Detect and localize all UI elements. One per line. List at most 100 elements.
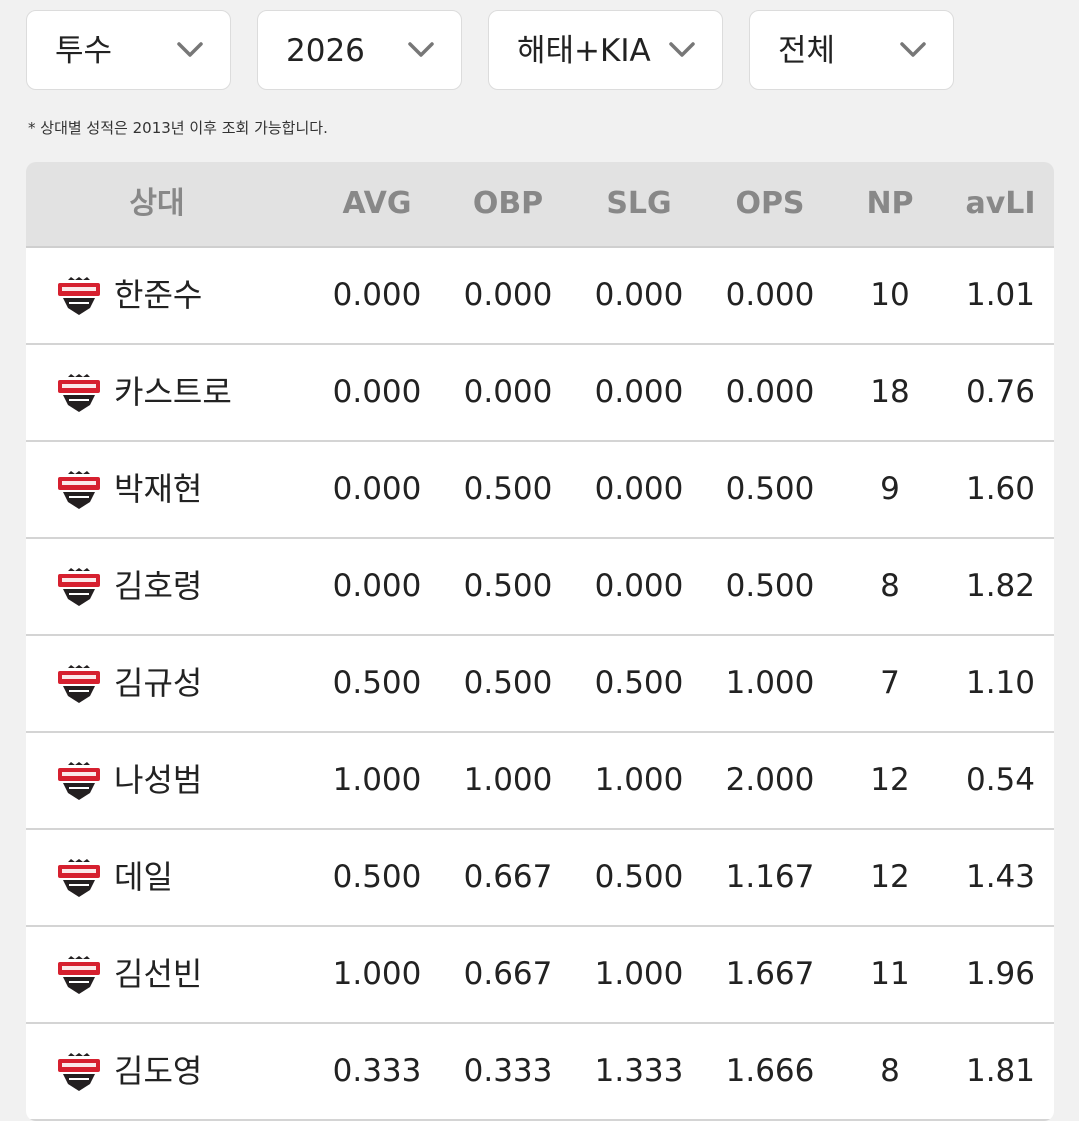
table-row[interactable]: 김도영 0.333 0.333 1.333 1.666 8 1.81 (26, 1024, 1054, 1121)
kia-tigers-logo-icon (58, 665, 100, 703)
kia-tigers-logo-icon (58, 859, 100, 897)
slg-cell: 0.500 (594, 665, 684, 701)
header-obp[interactable]: OBP (445, 162, 571, 246)
obp-cell: 1.000 (463, 762, 553, 798)
obp-cell: 0.000 (463, 277, 553, 313)
split-filter-dropdown[interactable]: 전체 (749, 10, 954, 90)
table-row[interactable]: 한준수 0.000 0.000 0.000 0.000 10 1.01 (26, 248, 1054, 345)
table-row[interactable]: 나성범 1.000 1.000 1.000 2.000 12 0.54 (26, 733, 1054, 830)
opponent-name[interactable]: 데일 (114, 830, 173, 925)
ops-cell: 1.667 (725, 956, 815, 992)
team-filter-value: 해태+KIA (517, 33, 651, 69)
header-slg[interactable]: SLG (576, 162, 702, 246)
header-avli[interactable]: avLI (947, 162, 1054, 246)
opponent-name[interactable]: 나성범 (114, 733, 202, 828)
avli-cell: 1.10 (965, 665, 1036, 701)
kia-tigers-logo-icon (58, 1053, 100, 1091)
ops-cell: 1.167 (725, 859, 815, 895)
obp-cell: 0.667 (463, 956, 553, 992)
opponent-name[interactable]: 김호령 (114, 539, 202, 634)
kia-tigers-logo-icon (58, 568, 100, 606)
table-row[interactable]: 박재현 0.000 0.500 0.000 0.500 9 1.60 (26, 442, 1054, 539)
obp-cell: 0.500 (463, 471, 553, 507)
ops-cell: 1.000 (725, 665, 815, 701)
avg-cell: 0.000 (332, 568, 422, 604)
avli-cell: 1.01 (965, 277, 1036, 313)
np-cell: 12 (870, 859, 910, 895)
obp-cell: 0.667 (463, 859, 553, 895)
header-avg[interactable]: AVG (314, 162, 440, 246)
table-body: 한준수 0.000 0.000 0.000 0.000 10 1.01 카스트로 0.000 0.… (26, 248, 1054, 1121)
ops-cell: 0.500 (725, 568, 815, 604)
table-row[interactable]: 김호령 0.000 0.500 0.000 0.500 8 1.82 (26, 539, 1054, 636)
avg-cell: 0.500 (332, 665, 422, 701)
avg-cell: 0.333 (332, 1053, 422, 1089)
year-filter-value: 2026 (286, 33, 365, 69)
split-filter-value: 전체 (778, 33, 836, 69)
opponent-name[interactable]: 김도영 (114, 1024, 202, 1119)
avli-cell: 1.82 (965, 568, 1036, 604)
chevron-down-icon (408, 42, 434, 57)
obp-cell: 0.500 (463, 665, 553, 701)
slg-cell: 1.000 (594, 956, 684, 992)
opponent-name[interactable]: 카스트로 (114, 345, 232, 440)
np-cell: 8 (880, 568, 900, 604)
kia-tigers-logo-icon (58, 277, 100, 315)
avg-cell: 0.000 (332, 277, 422, 313)
np-cell: 10 (870, 277, 910, 313)
slg-cell: 0.000 (594, 568, 684, 604)
avli-cell: 1.96 (965, 956, 1036, 992)
opponent-name[interactable]: 한준수 (114, 248, 202, 343)
header-ops[interactable]: OPS (707, 162, 833, 246)
avg-cell: 1.000 (332, 956, 422, 992)
np-cell: 9 (880, 471, 900, 507)
avg-cell: 1.000 (332, 762, 422, 798)
avli-cell: 0.54 (965, 762, 1036, 798)
slg-cell: 0.000 (594, 277, 684, 313)
header-np[interactable]: NP (838, 162, 942, 246)
slg-cell: 0.000 (594, 374, 684, 410)
ops-cell: 2.000 (725, 762, 815, 798)
table-row[interactable]: 카스트로 0.000 0.000 0.000 0.000 18 0.76 (26, 345, 1054, 442)
obp-cell: 0.333 (463, 1053, 553, 1089)
slg-cell: 1.000 (594, 762, 684, 798)
table-row[interactable]: 김규성 0.500 0.500 0.500 1.000 7 1.10 (26, 636, 1054, 733)
slg-cell: 0.000 (594, 471, 684, 507)
chevron-down-icon (900, 42, 926, 57)
table-header: 상대 AVG OBP SLG OPS NP avLI (26, 162, 1054, 248)
np-cell: 7 (880, 665, 900, 701)
ops-cell: 1.666 (725, 1053, 815, 1089)
avli-cell: 0.76 (965, 374, 1036, 410)
slg-cell: 0.500 (594, 859, 684, 895)
avg-cell: 0.500 (332, 859, 422, 895)
position-filter-value: 투수 (55, 33, 113, 69)
avg-cell: 0.000 (332, 471, 422, 507)
chevron-down-icon (669, 42, 695, 57)
opponent-name[interactable]: 박재현 (114, 442, 202, 537)
query-note: * 상대별 성적은 2013년 이후 조회 가능합니다. (28, 119, 328, 137)
table-row[interactable]: 김선빈 1.000 0.667 1.000 1.667 11 1.96 (26, 927, 1054, 1024)
avli-cell: 1.81 (965, 1053, 1036, 1089)
header-opponent[interactable]: 상대 (26, 162, 288, 246)
np-cell: 18 (870, 374, 910, 410)
slg-cell: 1.333 (594, 1053, 684, 1089)
kia-tigers-logo-icon (58, 374, 100, 412)
ops-cell: 0.500 (725, 471, 815, 507)
obp-cell: 0.500 (463, 568, 553, 604)
kia-tigers-logo-icon (58, 471, 100, 509)
opponent-name[interactable]: 김규성 (114, 636, 202, 731)
opponent-name[interactable]: 김선빈 (114, 927, 202, 1022)
np-cell: 8 (880, 1053, 900, 1089)
kia-tigers-logo-icon (58, 762, 100, 800)
chevron-down-icon (177, 42, 203, 57)
np-cell: 11 (870, 956, 910, 992)
opponent-stats-table: 상대 AVG OBP SLG OPS NP avLI 한준수 0.000 0.000… (26, 162, 1054, 1121)
table-row[interactable]: 데일 0.500 0.667 0.500 1.167 12 1.43 (26, 830, 1054, 927)
avli-cell: 1.60 (965, 471, 1036, 507)
avg-cell: 0.000 (332, 374, 422, 410)
team-filter-dropdown[interactable]: 해태+KIA (488, 10, 723, 90)
position-filter-dropdown[interactable]: 투수 (26, 10, 231, 90)
year-filter-dropdown[interactable]: 2026 (257, 10, 462, 90)
np-cell: 12 (870, 762, 910, 798)
obp-cell: 0.000 (463, 374, 553, 410)
